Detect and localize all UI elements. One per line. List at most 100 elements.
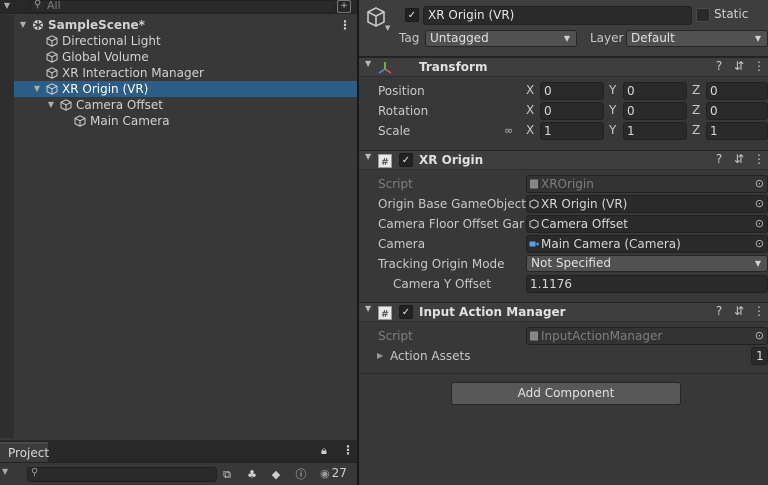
input-action-manager-script-field: InputActionManager ⊙ [526,327,768,345]
script-icon: # [378,154,392,168]
hierarchy-item[interactable]: Global Volume [14,49,357,65]
hierarchy-item[interactable]: ▼ XR Origin (VR) [14,81,357,97]
rotation-y-axis-label[interactable]: Y [609,103,616,117]
gameobject-name-field[interactable]: XR Origin (VR) [423,6,692,25]
tab-project[interactable]: Project [0,442,49,462]
fold-arrow-icon[interactable]: ▼ [46,97,56,113]
action-assets-label[interactable]: Action Assets [390,347,470,365]
layer-label: Layer [590,31,624,45]
hierarchy-item[interactable]: ▼ SampleScene* ⋮ [14,17,357,33]
rotation-x-axis-label[interactable]: X [526,103,534,117]
object-picker-icon[interactable]: ⊙ [755,216,764,232]
hidden-packages-count[interactable]: ◉ 27 [320,466,347,480]
gameobject-icon [529,219,539,229]
xr-origin-component-header[interactable]: ▼ # ✓ XR Origin ? ⇵ ⋮ [359,150,768,170]
action-assets-size-field[interactable]: 1 [751,347,768,365]
gameobject-cube-icon [74,115,86,127]
lock-icon[interactable]: 🔒︎ [321,444,327,458]
hierarchy-gutter [0,15,14,438]
rotation-z-field[interactable]: 0 [706,102,768,120]
position-y-axis-label[interactable]: Y [609,83,616,97]
divider [359,373,768,374]
script-value: InputActionManager [541,329,663,343]
position-y-field[interactable]: 0 [623,82,687,100]
more-menu-icon[interactable]: ⋮ [752,59,766,73]
icon-dropdown-arrow-icon[interactable]: ▼ [385,24,390,32]
hierarchy-item-label: Directional Light [62,34,161,48]
scale-x-field[interactable]: 1 [540,122,604,140]
rotation-z-axis-label[interactable]: Z [692,103,700,117]
object-picker-icon[interactable]: ⊙ [755,236,764,252]
more-menu-icon[interactable]: ⋮ [339,17,351,33]
rotation-y-field[interactable]: 0 [623,102,687,120]
chevron-down-icon: ▼ [563,34,570,43]
static-label[interactable]: Static [714,7,748,21]
active-checkbox[interactable]: ✓ [405,8,419,22]
position-x-axis-label[interactable]: X [526,83,534,97]
more-menu-icon[interactable]: ⋮ [342,443,354,457]
hierarchy-item[interactable]: ▼ Camera Offset [14,97,357,113]
gameobject-cube-icon [46,51,58,63]
help-icon[interactable]: ? [712,59,726,73]
expand-arrow-icon[interactable]: ▶ [377,351,383,360]
tag-dropdown[interactable]: Untagged ▼ [425,30,577,47]
project-search-input[interactable]: ⚲ [27,467,217,482]
position-z-field[interactable]: 0 [706,82,768,100]
tracking-origin-mode-dropdown[interactable]: Not Specified ▼ [526,255,768,272]
layer-dropdown[interactable]: Default ▼ [626,30,768,47]
camera-floor-offset-field[interactable]: Camera Offset ⊙ [526,215,768,233]
camera-field[interactable]: Main Camera (Camera) ⊙ [526,235,768,253]
gameobject-cube-icon[interactable] [365,6,387,28]
hierarchy-create-dropdown-icon[interactable]: ▼ [0,0,14,13]
hierarchy-item[interactable]: XR Interaction Manager [14,65,357,81]
filter-by-type-icon[interactable]: ♣ [242,466,262,483]
help-icon[interactable]: ? [712,152,726,166]
presets-icon[interactable]: ⇵ [732,304,746,318]
gameobject-cube-icon [46,67,58,79]
add-component-button[interactable]: Add Component [451,382,681,405]
more-menu-icon[interactable]: ⋮ [752,304,766,318]
hierarchy-item[interactable]: Directional Light [14,33,357,49]
origin-base-gameobject-field[interactable]: XR Origin (VR) ⊙ [526,195,768,213]
fold-arrow-icon[interactable]: ▼ [365,304,371,313]
hierarchy-item[interactable]: Main Camera [14,113,357,129]
static-checkbox[interactable] [696,8,710,22]
hierarchy-item-label: XR Origin (VR) [62,82,149,96]
position-x-field[interactable]: 0 [540,82,604,100]
scale-y-field[interactable]: 1 [623,122,687,140]
more-menu-icon[interactable]: ⋮ [752,152,766,166]
rotation-x-field[interactable]: 0 [540,102,604,120]
input-action-manager-component-header[interactable]: ▼ # ✓ Input Action Manager ? ⇵ ⋮ [359,302,768,322]
scale-x-axis-label[interactable]: X [526,123,534,137]
label-tag-icon[interactable]: ◆ [266,466,286,483]
transform-component-header[interactable]: ▼ Transform ? ⇵ ⋮ [359,57,768,77]
position-z-axis-label[interactable]: Z [692,83,700,97]
hierarchy-item-label: XR Interaction Manager [62,66,204,80]
fold-arrow-icon[interactable]: ▼ [365,59,371,68]
fold-arrow-icon[interactable]: ▼ [365,152,371,161]
hierarchy-create-icon[interactable]: + [337,0,351,13]
xr-origin-enabled-checkbox[interactable]: ✓ [399,153,413,167]
fold-arrow-icon[interactable]: ▼ [32,81,42,97]
object-picker-icon[interactable]: ⊙ [755,196,764,212]
presets-icon[interactable]: ⇵ [732,59,746,73]
input-action-manager-enabled-checkbox[interactable]: ✓ [399,305,413,319]
fold-arrow-icon[interactable]: ▼ [18,17,28,33]
unity-scene-icon [33,20,43,30]
scale-z-axis-label[interactable]: Z [692,123,700,137]
help-icon[interactable]: ? [712,304,726,318]
camera-floor-offset-label: Camera Floor Offset Game [378,217,524,231]
gameobject-icon [529,199,539,209]
warning-icon[interactable]: ⓘ [291,466,311,483]
scale-y-axis-label[interactable]: Y [609,123,616,137]
camera-y-offset-field[interactable]: 1.1176 [526,275,768,293]
link-scale-icon[interactable]: ∞ [504,124,513,137]
search-by-type-icon[interactable]: ⧉ [217,466,237,483]
gameobject-header: ▼ ✓ XR Origin (VR) Static Tag Untagged ▼ … [359,0,768,57]
presets-icon[interactable]: ⇵ [732,152,746,166]
script-icon: # [378,306,392,320]
scale-z-field[interactable]: 1 [706,122,768,140]
hierarchy-search-input[interactable] [30,0,335,13]
hierarchy-item-label: Global Volume [62,50,149,64]
project-create-dropdown-icon[interactable]: ▼ [2,467,8,476]
